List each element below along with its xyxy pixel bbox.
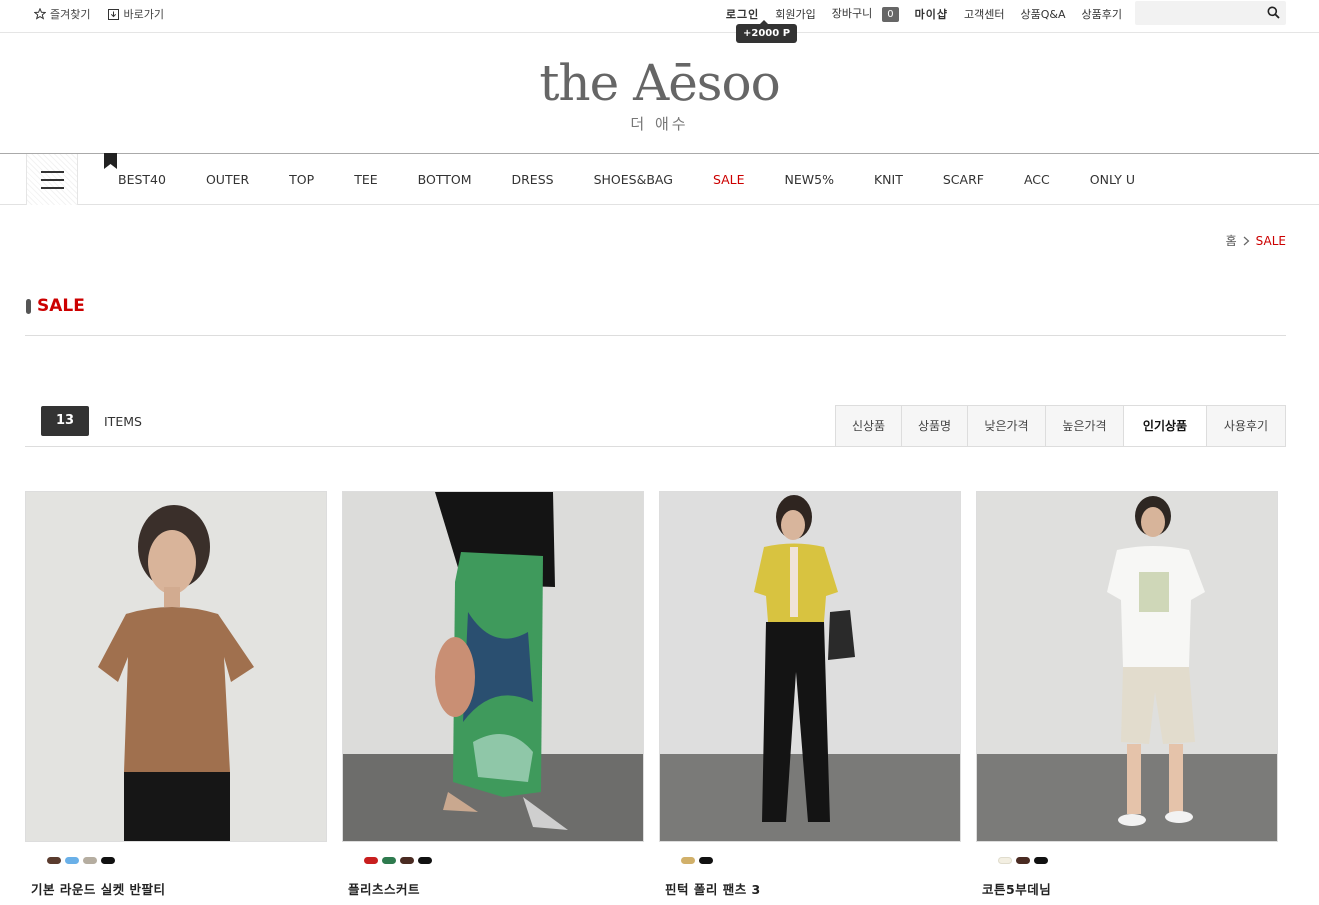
breadcrumb: 홈 SALE: [1226, 232, 1286, 249]
menu-line: [41, 171, 64, 173]
cart-count-badge: 0: [882, 7, 899, 22]
site-logo[interactable]: the Aēsoo 더 애수: [0, 55, 1319, 134]
shortcut-link[interactable]: 바로가기: [108, 6, 164, 22]
color-swatch: [83, 857, 97, 864]
nav-item-top[interactable]: TOP: [269, 172, 334, 187]
color-swatch: [382, 857, 396, 864]
nav-item-sale[interactable]: SALE: [693, 172, 765, 187]
nav-item-acc[interactable]: ACC: [1004, 172, 1070, 187]
nav-item-scarf[interactable]: SCARF: [923, 172, 1004, 187]
color-swatches: [998, 857, 1278, 864]
nav-item-outer[interactable]: OUTER: [186, 172, 269, 187]
nav-item-bottom[interactable]: BOTTOM: [398, 172, 492, 187]
search-box: [1135, 1, 1286, 25]
top-left-links: 즐겨찾기 바로가기: [34, 6, 164, 22]
product-card[interactable]: 코튼5부데님: [976, 491, 1278, 898]
favorite-label: 즐겨찾기: [50, 8, 91, 21]
main-navigation: BEST40 OUTER TOP TEE BOTTOM DRESS SHOES&…: [0, 153, 1319, 205]
nav-item-knit[interactable]: KNIT: [854, 172, 923, 187]
product-card[interactable]: 기본 라운드 실켓 반팔티: [25, 491, 327, 898]
nav-menu: BEST40 OUTER TOP TEE BOTTOM DRESS SHOES&…: [98, 172, 1155, 187]
top-right-links: 로그인 회원가입 장바구니 0 마이샵 고객센터 상품Q&A 상품후기: [726, 5, 1122, 22]
breadcrumb-home[interactable]: 홈: [1226, 232, 1237, 249]
sort-new[interactable]: 신상품: [836, 406, 902, 446]
customer-service-link[interactable]: 고객센터: [964, 6, 1004, 22]
color-swatch: [101, 857, 115, 864]
join-link[interactable]: 회원가입: [775, 6, 815, 22]
product-card[interactable]: 플리츠스커트: [342, 491, 644, 898]
product-review-link[interactable]: 상품후기: [1082, 6, 1122, 22]
sort-high-price[interactable]: 높은가격: [1046, 406, 1124, 446]
product-image[interactable]: [25, 491, 327, 842]
sort-review[interactable]: 사용후기: [1207, 406, 1285, 446]
color-swatch: [47, 857, 61, 864]
color-swatch: [1034, 857, 1048, 864]
sort-name[interactable]: 상품명: [902, 406, 968, 446]
cart-label: 장바구니: [831, 7, 873, 20]
color-swatch: [65, 857, 79, 864]
mypage-link[interactable]: 마이샵: [915, 6, 948, 22]
item-count-badge: 13: [41, 406, 89, 436]
color-swatches: [364, 857, 644, 864]
color-swatch: [699, 857, 713, 864]
logo-korean: 더 애수: [630, 115, 689, 133]
list-divider: [25, 446, 1286, 447]
product-name[interactable]: 코튼5부데님: [982, 879, 1278, 898]
sort-popular[interactable]: 인기상품: [1124, 406, 1207, 446]
items-label: ITEMS: [104, 414, 142, 429]
color-swatches: [681, 857, 961, 864]
nav-item-best40[interactable]: BEST40: [98, 172, 186, 187]
chevron-right-icon: [1243, 236, 1250, 245]
product-name[interactable]: 기본 라운드 실켓 반팔티: [31, 879, 327, 898]
product-image[interactable]: [342, 491, 644, 842]
favorite-link[interactable]: 즐겨찾기: [34, 6, 90, 22]
color-swatch: [400, 857, 414, 864]
shortcut-icon: [108, 8, 120, 20]
product-name[interactable]: 핀턱 폴리 팬츠 3: [665, 879, 961, 898]
cart-link[interactable]: 장바구니 0: [832, 5, 899, 22]
title-divider: [25, 335, 1286, 336]
breadcrumb-current: SALE: [1255, 233, 1286, 248]
nav-item-dress[interactable]: DRESS: [492, 172, 574, 187]
title-marker: [26, 298, 31, 314]
product-name[interactable]: 플리츠스커트: [348, 879, 644, 898]
page-title-text: SALE: [37, 296, 85, 316]
bookmark-icon: [104, 153, 117, 169]
login-link[interactable]: 로그인: [726, 6, 759, 22]
color-swatch: [998, 857, 1012, 864]
color-swatch: [364, 857, 378, 864]
shortcut-label: 바로가기: [123, 8, 164, 21]
signup-point-tooltip: +2000 P: [736, 20, 798, 43]
nav-item-shoes-bag[interactable]: SHOES&BAG: [574, 172, 693, 187]
color-swatch: [1016, 857, 1030, 864]
sort-low-price[interactable]: 낮은가격: [968, 406, 1046, 446]
nav-item-new5[interactable]: NEW5%: [765, 172, 854, 187]
sort-tabs: 신상품 상품명 낮은가격 높은가격 인기상품 사용후기: [835, 405, 1286, 447]
search-icon[interactable]: [1267, 6, 1280, 19]
page-title: SALE: [26, 296, 85, 316]
hamburger-menu-button[interactable]: [26, 154, 78, 205]
nav-item-only-u[interactable]: ONLY U: [1070, 172, 1155, 187]
product-qa-link[interactable]: 상품Q&A: [1021, 6, 1066, 22]
logo-english: the Aēsoo: [539, 54, 780, 112]
star-icon: [34, 8, 46, 20]
product-card[interactable]: 핀턱 폴리 팬츠 3: [659, 491, 961, 898]
nav-item-tee[interactable]: TEE: [334, 172, 397, 187]
color-swatches: [47, 857, 327, 864]
menu-line: [41, 179, 64, 181]
product-image[interactable]: [976, 491, 1278, 842]
menu-line: [41, 187, 64, 189]
search-input[interactable]: [1135, 1, 1255, 25]
product-image[interactable]: [659, 491, 961, 842]
top-utility-bar: 즐겨찾기 바로가기 로그인 회원가입 장바구니 0 마이샵 고객센터 상품Q&A …: [0, 0, 1319, 33]
color-swatch: [418, 857, 432, 864]
color-swatch: [681, 857, 695, 864]
